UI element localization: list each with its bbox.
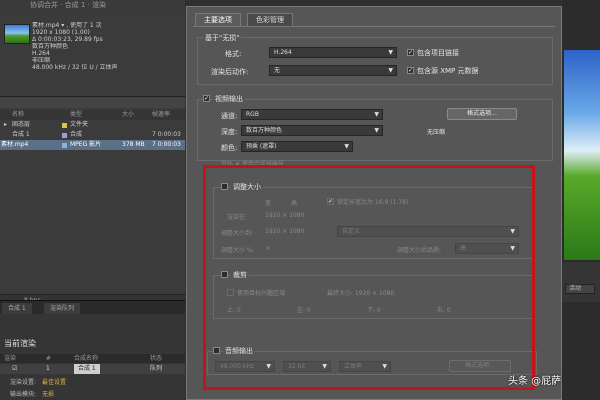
crop-checkbox[interactable] — [221, 271, 228, 278]
chevron-down-icon: ▼ — [322, 363, 327, 370]
footage-thumbnail — [4, 24, 30, 44]
tab-render-queue[interactable]: 渲染队列 — [44, 303, 81, 314]
format-options-button[interactable]: 格式选项... — [447, 108, 517, 120]
post-render-dropdown[interactable]: 无 ▼ — [269, 65, 397, 76]
resize-percent-field[interactable]: × — [265, 245, 270, 252]
start-frame-row: 开始 # 使用合成帧编号 — [221, 161, 284, 168]
queue-header: 渲染 # 合成名称 状态 — [0, 354, 185, 363]
chevron-down-icon: ▼ — [374, 111, 379, 118]
chevron-down-icon: ▼ — [344, 143, 349, 150]
preview-image — [564, 50, 600, 260]
project-panel: 素材.mp4 ▾ , 使用了 1 次 1920 x 1080 (1.00) Δ … — [0, 10, 185, 306]
chevron-down-icon: ▼ — [382, 363, 387, 370]
based-on-label: 基于"无损" — [203, 33, 242, 43]
chevron-down-icon: ▼ — [266, 363, 271, 370]
video-output-checkbox[interactable] — [203, 95, 210, 102]
lock-aspect-checkbox[interactable] — [327, 198, 334, 205]
chevron-down-icon: ▼ — [374, 127, 379, 134]
output-module-dialog: 主要选项 色彩管理 基于"无损" 格式: H.264▼ 包含项目链接 渲染后动作… — [186, 6, 562, 400]
tab-color-management[interactable]: 色彩管理 — [247, 13, 293, 26]
format-dropdown[interactable]: H.264 ▼ — [269, 47, 397, 58]
tab-comp[interactable]: 合成 1 — [2, 303, 32, 314]
crop-top-field[interactable]: 上: 0 — [227, 305, 241, 314]
audio-rate-dropdown[interactable]: 48.000 kHz ▼ — [215, 361, 275, 372]
compression-status: 无压缩 — [427, 129, 446, 136]
include-project-link-checkbox[interactable] — [407, 49, 414, 56]
resize-checkbox[interactable] — [221, 183, 228, 190]
project-item-selected[interactable]: 素材.mp4 MPEG 影片 378 MB 7 0:00:03 — [0, 140, 185, 150]
viewer-toolbar — [562, 262, 600, 302]
render-queue-panel: 当前渲染 渲染 # 合成名称 状态 ☑ 1 合成 1 队列 渲染设置: 最佳设置 … — [0, 314, 185, 400]
audio-channel-dropdown[interactable]: 立体声 ▼ — [339, 361, 391, 372]
output-module-row: 输出模块: 无损 — [10, 391, 55, 398]
include-xmp-checkbox[interactable] — [407, 67, 414, 74]
resize-preset-dropdown[interactable]: 自定义 ▼ — [337, 226, 519, 237]
depth-dropdown[interactable]: 数百万种颜色 ▼ — [241, 125, 383, 136]
render-settings-row: 渲染设置: 最佳设置 — [10, 379, 67, 386]
color-dropdown[interactable]: 预乘 (遮罩) ▼ — [241, 141, 353, 152]
crop-right-field[interactable]: 右: 0 — [437, 305, 451, 314]
label-color — [62, 133, 67, 138]
project-item[interactable]: ▸ 固态层 文件夹 — [0, 120, 185, 130]
crop-left-field[interactable]: 左: 0 — [297, 305, 311, 314]
channels-dropdown[interactable]: RGB ▼ — [241, 109, 383, 120]
project-column-header: 名称 类型 大小 帧速率 — [0, 110, 185, 120]
label-color — [62, 143, 67, 148]
audio-format-options-button[interactable]: 格式选项... — [449, 360, 511, 372]
use-roi-checkbox[interactable] — [227, 289, 234, 296]
chevron-down-icon: ▼ — [510, 245, 515, 252]
folder-icon: ▸ — [4, 121, 8, 128]
output-module-link[interactable]: 无损 — [42, 391, 54, 398]
queue-title: 当前渲染 — [4, 339, 36, 348]
audio-output-checkbox[interactable] — [213, 347, 220, 354]
crop-bottom-field[interactable]: 下: 0 — [367, 305, 381, 314]
render-settings-link[interactable]: 最佳设置 — [42, 379, 66, 386]
audio-bit-dropdown[interactable]: 32 bit ▼ — [283, 361, 331, 372]
chevron-down-icon: ▼ — [388, 49, 393, 56]
view-dropdown[interactable]: 活动 — [565, 284, 595, 294]
chevron-down-icon: ▼ — [388, 67, 393, 74]
resize-to-field[interactable]: 1920 × 1080 — [265, 228, 304, 235]
based-on-group — [197, 37, 553, 85]
panel-tabs: 合成 1 渲染队列 — [0, 300, 185, 314]
tab-main-options[interactable]: 主要选项 — [195, 13, 241, 26]
render-checkbox-icon[interactable]: ☑ — [12, 364, 17, 374]
footage-info: 素材.mp4 ▾ , 使用了 1 次 1920 x 1080 (1.00) Δ … — [32, 22, 118, 71]
chevron-down-icon: ▼ — [510, 228, 515, 235]
project-search[interactable] — [0, 96, 185, 108]
watermark: 头条 @屁萨 — [508, 376, 562, 387]
queue-row[interactable]: ☑ 1 合成 1 队列 — [0, 364, 185, 374]
window-title: 协调合并 · 合成 1 · 渲染 — [0, 0, 185, 10]
label-color — [62, 123, 67, 128]
project-item[interactable]: 合成 1 合成 7 0:00:03 — [0, 130, 185, 140]
resize-quality-dropdown[interactable]: 高 ▼ — [455, 243, 519, 254]
